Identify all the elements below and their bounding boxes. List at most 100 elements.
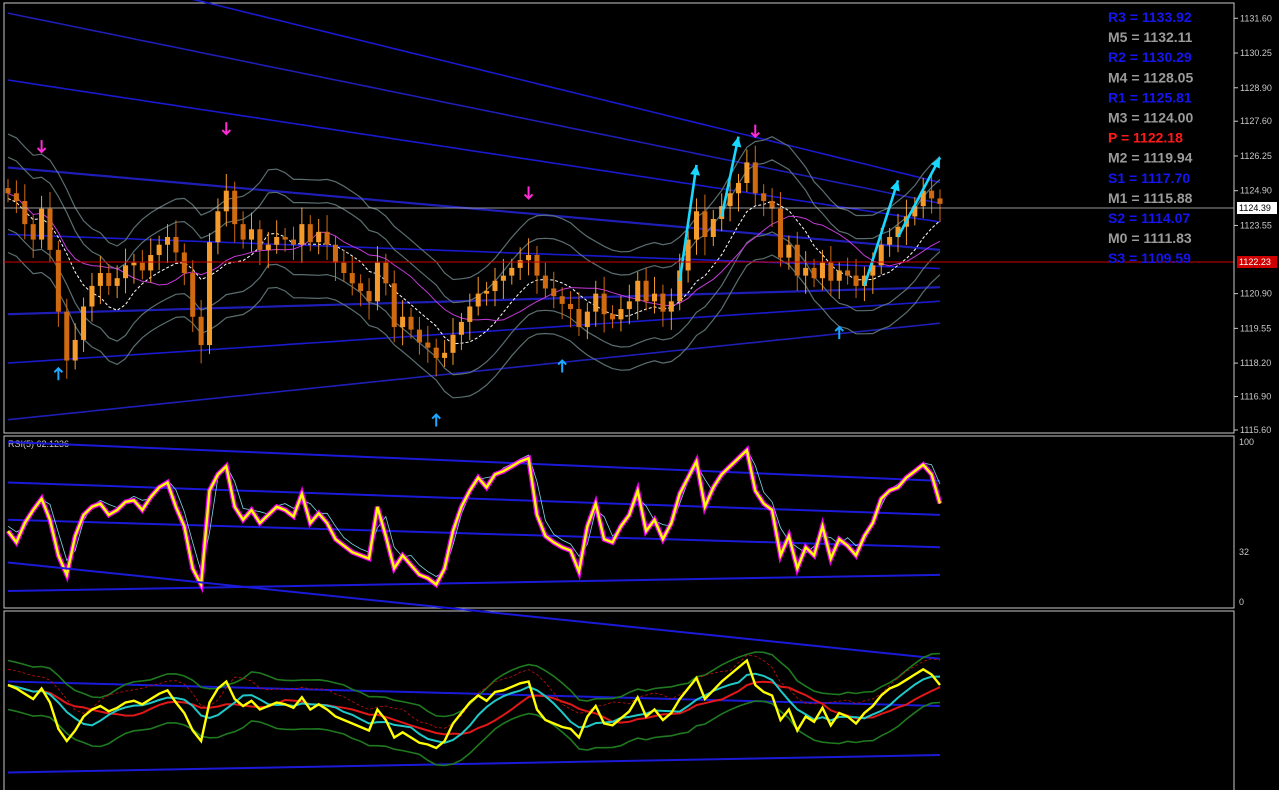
rsi-tick-0: 0 <box>1239 597 1244 607</box>
price-tick-label: 1126.25 <box>1240 151 1272 161</box>
pivot-level-label: M1 = 1115.88 <box>1108 190 1193 206</box>
rsi-glow-line <box>5 445 943 594</box>
candle-body <box>635 280 641 302</box>
oscillator-lines <box>7 651 941 767</box>
candle-body <box>131 262 137 266</box>
pivot-level-label: S3 = 1109.59 <box>1108 250 1191 266</box>
candle-body <box>492 280 498 292</box>
candle-body <box>198 316 204 346</box>
candle-body <box>81 306 87 340</box>
candle-body <box>702 211 708 238</box>
rsi-lines <box>5 445 943 594</box>
price-tick-label: 1118.20 <box>1240 358 1271 368</box>
candle-body <box>467 306 473 322</box>
price-tick-label: 1116.90 <box>1240 392 1271 402</box>
price-tick-label: 1115.60 <box>1240 425 1271 435</box>
candle-body <box>458 321 464 335</box>
candle-body <box>752 162 758 194</box>
candle-body <box>929 190 935 199</box>
rsi-envelope-line <box>7 441 941 482</box>
candle-body <box>39 208 45 240</box>
pivot-level-label: M5 = 1132.11 <box>1108 29 1193 45</box>
candle-body <box>47 208 53 250</box>
envelope-line <box>7 12 941 205</box>
candle-body <box>332 244 338 263</box>
candle-body <box>769 200 775 209</box>
candle-body <box>13 193 19 201</box>
trend-arrow-head <box>731 136 742 148</box>
candle-body <box>450 334 456 353</box>
pivot-legend: R3 = 1133.92 M5 = 1132.11 R2 = 1130.29 M4 =… <box>1108 9 1193 266</box>
envelope-line <box>192 0 941 184</box>
candle-body <box>643 280 649 302</box>
candle-body <box>206 242 213 346</box>
candle-body <box>307 224 313 243</box>
candle-body <box>341 262 347 274</box>
price-tick-label: 1123.55 <box>1240 220 1272 230</box>
candle-body <box>173 237 179 253</box>
candle-body <box>156 244 162 256</box>
candle-body <box>282 237 288 240</box>
candle-body <box>316 231 322 243</box>
price-tick-label: 1131.60 <box>1240 13 1272 23</box>
pivot-price-label: 1122.23 <box>1239 257 1271 267</box>
pivot-level-label: S2 = 1114.07 <box>1108 210 1190 226</box>
candle-body <box>727 193 733 207</box>
candle-body <box>811 267 817 279</box>
candle-body <box>55 249 61 312</box>
candle-body <box>500 275 506 281</box>
signal-down-arrow <box>36 140 47 154</box>
price-signals <box>36 122 844 427</box>
candle-body <box>22 200 28 225</box>
pivot-price-box: 1122.23 <box>1237 256 1277 268</box>
candle-body <box>660 293 666 312</box>
candle-body <box>534 255 540 276</box>
candle-body <box>584 311 590 328</box>
pivot-level-label: R1 = 1125.81 <box>1108 89 1192 105</box>
candle-body <box>349 273 355 284</box>
rsi-tick-100: 100 <box>1239 437 1254 447</box>
candle-body <box>232 190 238 225</box>
chart-canvas: 1131.60 1130.25 1128.90 1127.60 1126.25 1124.… <box>3 0 1277 790</box>
candle-body <box>416 329 422 343</box>
rsi-panel-frame <box>3 435 1235 609</box>
candle-body <box>408 316 414 330</box>
price-axis: 1131.60 1130.25 1128.90 1127.60 1126.25 1124.… <box>1233 3 1272 435</box>
price-tick-label: 1120.90 <box>1240 289 1272 299</box>
candle-body <box>374 262 380 302</box>
candle-body <box>761 193 767 201</box>
moving-average-dashed <box>7 197 941 345</box>
envelope-line <box>7 322 941 421</box>
candle-body <box>803 267 809 276</box>
candle-body <box>626 301 632 310</box>
candle-body <box>30 224 36 240</box>
candle-body <box>358 283 364 292</box>
candle-body <box>425 342 431 348</box>
rsi-envelopes <box>7 441 941 593</box>
pivot-level-label: S1 = 1117.70 <box>1108 170 1190 186</box>
candle-body <box>610 314 616 320</box>
candle-body <box>509 267 515 276</box>
candle-body <box>668 301 674 312</box>
candle-body <box>685 239 691 271</box>
candle-body <box>442 352 448 358</box>
price-panel <box>3 0 1235 434</box>
candle-body <box>828 262 834 281</box>
candle-body <box>89 285 95 307</box>
rsi-tick-32: 32 <box>1239 547 1249 557</box>
candle-body <box>106 273 112 286</box>
candle-body <box>257 229 263 250</box>
candle-body <box>853 275 859 286</box>
candle-body <box>836 270 842 281</box>
signal-up-arrow <box>557 359 567 373</box>
candle-body <box>937 198 943 204</box>
candle-body <box>693 211 700 240</box>
pivot-level-label: R2 = 1130.29 <box>1108 49 1192 65</box>
price-bands <box>7 133 941 399</box>
candle-body <box>324 231 330 245</box>
candle-body <box>148 255 154 271</box>
candle-body <box>165 237 171 245</box>
price-envelopes <box>7 0 941 421</box>
candle-body <box>526 255 532 261</box>
envelope-line <box>7 79 941 223</box>
